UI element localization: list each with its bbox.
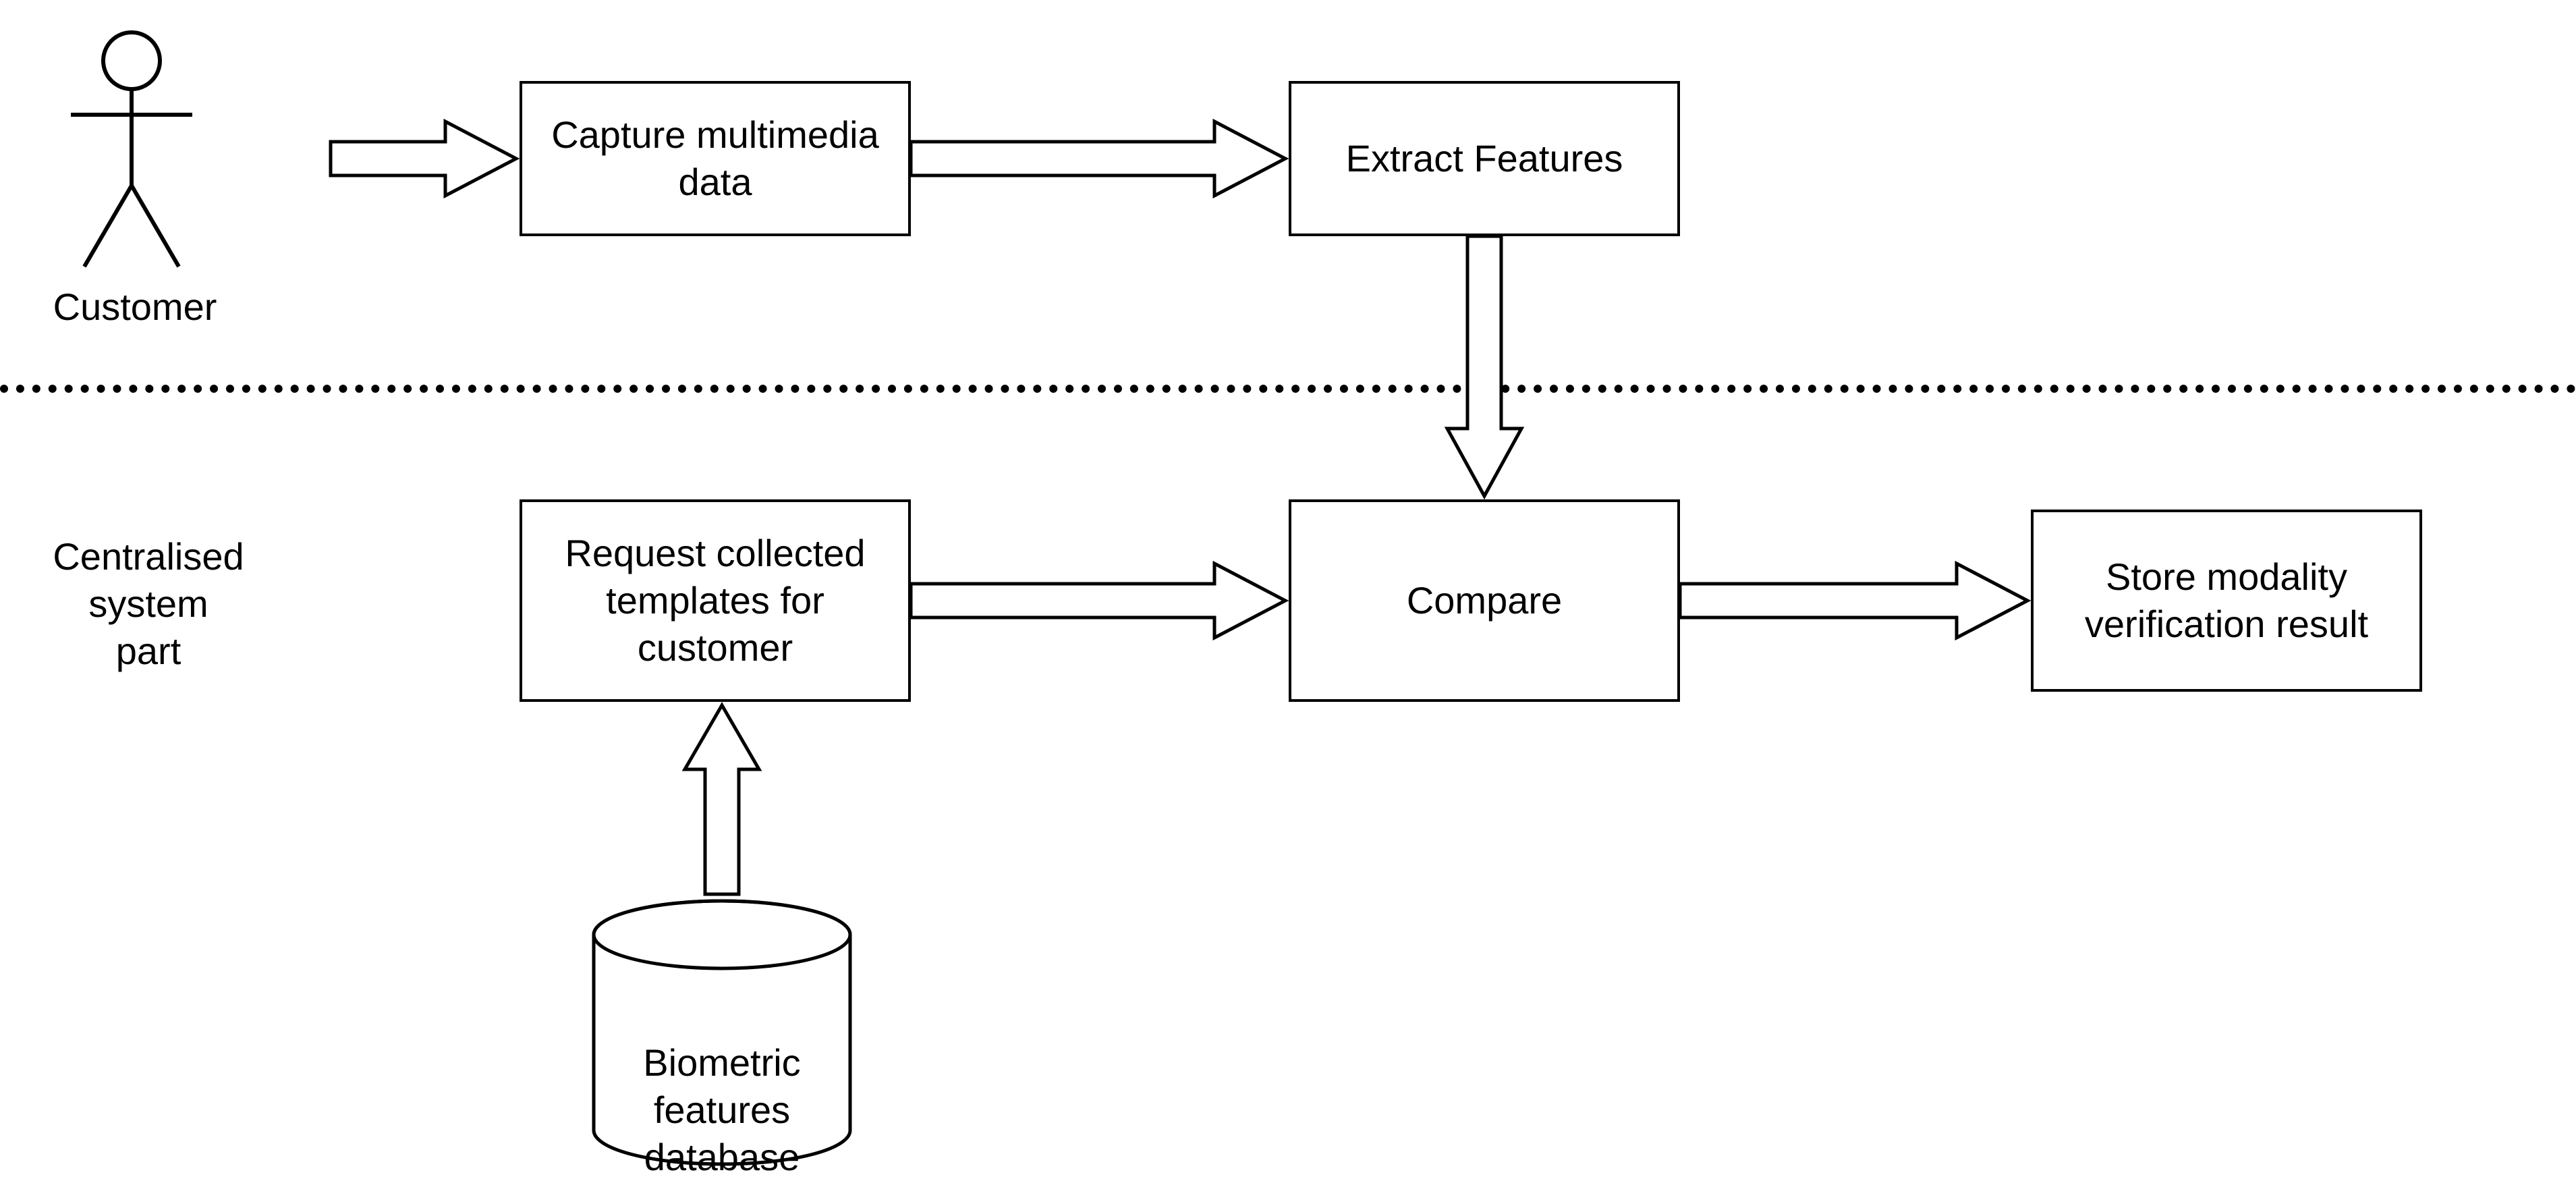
box-compare-text: Compare <box>1407 577 1562 624</box>
diagram-canvas: Customer Capture multimedia data Extract… <box>0 0 2576 1179</box>
database-label: Biometric features database <box>587 992 857 1181</box>
box-request-templates: Request collected templates for customer <box>520 499 911 702</box>
section-label-text: Centralised system part <box>53 535 244 672</box>
customer-actor-icon <box>61 27 202 270</box>
arrow-request-to-compare <box>911 560 1289 641</box>
section-label: Centralised system part <box>27 486 270 675</box>
box-extract-features: Extract Features <box>1289 81 1680 236</box>
customer-label: Customer <box>40 283 229 331</box>
box-extract-text: Extract Features <box>1346 135 1623 182</box>
box-store-result: Store modality verification result <box>2031 510 2422 692</box>
box-store-text: Store modality verification result <box>2085 553 2368 648</box>
arrow-customer-to-capture <box>331 118 520 199</box>
box-capture-text: Capture multimedia data <box>551 111 879 206</box>
divider-dotted-line <box>0 385 2576 393</box>
box-compare: Compare <box>1289 499 1680 702</box>
arrow-database-to-request <box>681 702 762 898</box>
arrow-extract-to-compare <box>1444 236 1525 499</box>
database-label-text: Biometric features database <box>643 1041 800 1178</box>
customer-label-text: Customer <box>53 285 217 328</box>
arrow-capture-to-extract <box>911 118 1289 199</box>
box-capture-multimedia: Capture multimedia data <box>520 81 911 236</box>
box-request-text: Request collected templates for customer <box>565 530 865 671</box>
arrow-compare-to-store <box>1680 560 2031 641</box>
